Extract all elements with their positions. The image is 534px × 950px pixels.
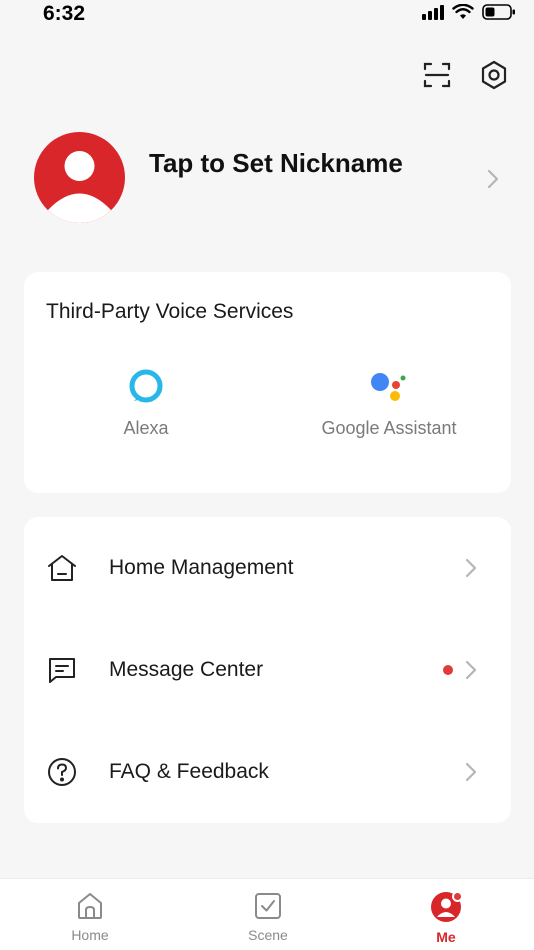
google-assistant-icon	[371, 373, 406, 401]
home-icon	[48, 555, 76, 581]
scan-button[interactable]	[420, 58, 454, 92]
chevron-right-icon	[487, 169, 499, 189]
menu-item-label: Home Management	[109, 556, 294, 579]
scene-tab-icon	[255, 893, 281, 919]
signal-icon	[422, 5, 444, 20]
chevron-right-icon	[465, 660, 477, 680]
menu-item-label: FAQ & Feedback	[109, 760, 269, 783]
alexa-label: Alexa	[123, 418, 169, 438]
alexa-service[interactable]: Alexa	[96, 368, 196, 439]
menu-card: Home Management Message Center FAQ & Fee…	[24, 517, 511, 823]
tab-scene[interactable]: Scene	[218, 891, 318, 943]
tab-home[interactable]: Home	[40, 891, 140, 943]
tab-label: Me	[436, 929, 456, 945]
wifi-icon	[452, 4, 474, 19]
alexa-icon	[129, 369, 163, 403]
menu-item-message-center[interactable]: Message Center	[24, 619, 511, 721]
profile-row[interactable]: Tap to Set Nickname	[34, 132, 514, 224]
unread-dot	[443, 665, 453, 675]
google-assistant-label: Google Assistant	[321, 418, 457, 438]
tab-bar: Home Scene Me	[0, 878, 534, 950]
status-bar: 6:32	[0, 0, 534, 30]
question-icon	[48, 758, 76, 786]
settings-button[interactable]	[477, 58, 511, 92]
menu-item-label: Message Center	[109, 658, 264, 681]
menu-item-faq-feedback[interactable]: FAQ & Feedback	[24, 721, 511, 823]
nickname-label[interactable]: Tap to Set Nickname	[149, 148, 403, 179]
status-time: 6:32	[43, 2, 86, 25]
avatar[interactable]	[34, 132, 125, 223]
menu-item-home-management[interactable]: Home Management	[24, 517, 511, 619]
message-icon	[49, 658, 75, 683]
chevron-right-icon	[465, 762, 477, 782]
tab-label: Home	[71, 927, 109, 943]
google-assistant-service[interactable]: Google Assistant	[294, 368, 484, 439]
scan-icon	[423, 62, 451, 88]
battery-icon	[482, 4, 515, 20]
settings-icon	[481, 60, 507, 90]
voice-services-title: Third-Party Voice Services	[46, 300, 294, 323]
default-avatar-icon	[48, 151, 111, 223]
voice-services-card: Third-Party Voice Services Alexa Google …	[24, 272, 511, 493]
tab-label: Scene	[248, 927, 288, 943]
home-tab-icon	[78, 893, 102, 919]
chevron-right-icon	[465, 558, 477, 578]
notification-badge	[452, 891, 463, 902]
status-icons	[422, 4, 516, 20]
tab-me[interactable]: Me	[396, 891, 496, 945]
